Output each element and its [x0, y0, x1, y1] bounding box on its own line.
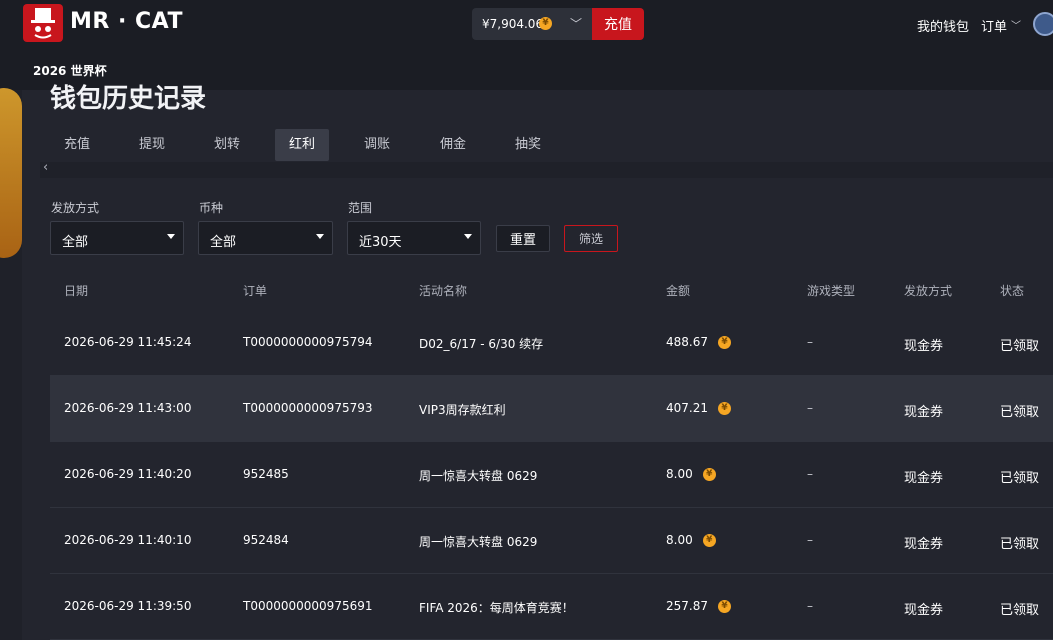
tab-lottery[interactable]: 抽奖: [501, 129, 555, 161]
caret-down-icon: [167, 234, 175, 239]
coin-icon: ¥: [718, 402, 731, 415]
coin-icon: ¥: [718, 600, 731, 613]
tab-withdraw[interactable]: 提现: [125, 129, 179, 161]
row-amount: 407.21 ¥: [666, 401, 731, 415]
coin-icon: ¥: [702, 468, 716, 481]
filter-range-label: 范围: [348, 201, 373, 215]
cat-logo-icon[interactable]: [23, 4, 63, 42]
row-date: 2026-06-29 11:40:20: [64, 467, 192, 481]
row-amount: 488.67 ¥: [666, 335, 731, 349]
caret-down-icon: [316, 234, 324, 239]
table-row: 2026-06-29 11:40:10 952484 周一惊喜大转盘 0629 …: [50, 508, 1053, 574]
table-row: 2026-06-29 11:43:00 T0000000000975793 VI…: [50, 376, 1053, 442]
filter-method-label: 发放方式: [51, 201, 100, 215]
row-status: 已领取: [1000, 537, 1040, 552]
orders-menu[interactable]: 订单: [981, 16, 1007, 35]
column-header-game-type: 游戏类型: [807, 284, 856, 298]
wallet-balance-selector[interactable]: ¥7,904.06 ¥ ﹀: [472, 8, 592, 40]
tab-transfer[interactable]: 划转: [200, 129, 254, 161]
chevron-down-icon: ﹀: [1011, 21, 1021, 32]
row-method: 现金券: [904, 537, 944, 552]
chevron-left-icon[interactable]: ‹: [43, 160, 48, 175]
column-header-status: 状态: [1000, 284, 1025, 298]
page-title: 钱包历史记录: [50, 84, 207, 114]
tab-scrollbar[interactable]: [40, 162, 1053, 178]
row-date: 2026-06-29 11:40:10: [64, 533, 192, 547]
row-status: 已领取: [1000, 339, 1040, 354]
row-order: T0000000000975794: [243, 335, 373, 349]
tab-deposit[interactable]: 充值: [50, 129, 104, 161]
brand-name[interactable]: MR · CAT: [70, 9, 183, 34]
row-amount-value: 488.67: [666, 335, 708, 349]
filter-button[interactable]: 筛选: [564, 225, 618, 252]
range-select-value: 近30天: [359, 235, 402, 250]
coin-icon: ¥: [539, 17, 552, 30]
row-status: 已领取: [1000, 603, 1040, 618]
row-method: 现金券: [904, 339, 944, 354]
row-game-type: –: [807, 599, 813, 613]
row-activity: VIP3周存款红利: [419, 403, 506, 417]
table-row: 2026-06-29 11:40:20 952485 周一惊喜大转盘 0629 …: [50, 442, 1053, 508]
column-header-activity: 活动名称: [419, 284, 468, 298]
row-order: T0000000000975691: [243, 599, 373, 613]
row-amount-value: 8.00: [666, 467, 693, 481]
filter-currency-label: 币种: [199, 201, 224, 215]
mascot-decoration: [0, 88, 22, 258]
my-wallet-link[interactable]: 我的钱包: [917, 16, 969, 35]
caret-down-icon: [464, 234, 472, 239]
world-cup-link[interactable]: 2026 世界杯: [33, 62, 107, 79]
row-game-type: –: [807, 401, 813, 415]
row-amount: 257.87 ¥: [666, 599, 731, 613]
coin-icon: ¥: [718, 336, 731, 349]
row-activity: FIFA 2026：每周体育竞赛！: [419, 601, 574, 615]
row-order: 952484: [243, 533, 289, 547]
row-amount-value: 407.21: [666, 401, 708, 415]
row-method: 现金券: [904, 471, 944, 486]
top-bar: MR · CAT ¥7,904.06 ¥ ﹀ 充值 我的钱包 订单 ﹀: [0, 0, 1053, 50]
currency-select[interactable]: 全部: [198, 221, 333, 255]
row-method: 现金券: [904, 603, 944, 618]
table-row: 2026-06-29 11:39:50 T0000000000975691 FI…: [50, 574, 1053, 640]
row-order: T0000000000975793: [243, 401, 373, 415]
row-status: 已领取: [1000, 471, 1040, 486]
row-date: 2026-06-29 11:45:24: [64, 335, 192, 349]
coin-icon: ¥: [702, 534, 716, 547]
row-date: 2026-06-29 11:43:00: [64, 401, 192, 415]
table-row: 2026-06-29 11:45:24 T0000000000975794 D0…: [50, 310, 1053, 376]
range-select[interactable]: 近30天: [347, 221, 481, 255]
row-status: 已领取: [1000, 405, 1040, 420]
row-amount-value: 257.87: [666, 599, 708, 613]
tab-bonus[interactable]: 红利: [275, 129, 329, 161]
tab-commission[interactable]: 佣金: [426, 129, 480, 161]
cat-hat-graphic: [31, 8, 55, 39]
method-select[interactable]: 全部: [50, 221, 184, 255]
column-header-order: 订单: [243, 284, 268, 298]
currency-select-value: 全部: [210, 235, 237, 250]
row-order: 952485: [243, 467, 289, 481]
row-amount: 8.00 ¥: [666, 533, 716, 547]
tab-adjustment[interactable]: 调账: [350, 129, 404, 161]
row-activity: 周一惊喜大转盘 0629: [419, 469, 538, 483]
row-game-type: –: [807, 467, 813, 481]
reset-button[interactable]: 重置: [496, 225, 550, 252]
row-game-type: –: [807, 533, 813, 547]
row-method: 现金券: [904, 405, 944, 420]
wallet-amount: ¥7,904.06: [482, 17, 544, 31]
column-header-amount: 金额: [666, 284, 691, 298]
row-date: 2026-06-29 11:39:50: [64, 599, 192, 613]
row-amount-value: 8.00: [666, 533, 693, 547]
column-header-date: 日期: [64, 284, 89, 298]
row-amount: 8.00 ¥: [666, 467, 716, 481]
chevron-down-icon: ﹀: [570, 17, 583, 31]
row-activity: 周一惊喜大转盘 0629: [419, 535, 538, 549]
deposit-button[interactable]: 充值: [592, 8, 644, 40]
method-select-value: 全部: [62, 235, 89, 250]
row-game-type: –: [807, 335, 813, 349]
row-activity: D02_6/17 - 6/30 续存: [419, 337, 544, 351]
avatar-icon[interactable]: [1033, 12, 1053, 36]
column-header-method: 发放方式: [904, 284, 953, 298]
